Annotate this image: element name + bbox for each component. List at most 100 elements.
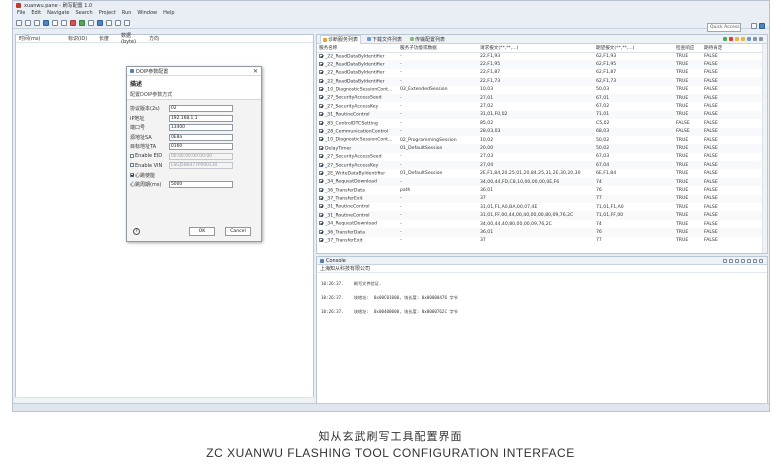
- col-data[interactable]: 数据(byte): [118, 32, 146, 45]
- row-checkbox[interactable]: [319, 221, 323, 226]
- cancel-button[interactable]: Cancel: [225, 227, 251, 236]
- tab-diagnostic-services[interactable]: 诊断服务列表: [320, 34, 362, 44]
- console-display-icon[interactable]: [741, 259, 745, 263]
- row-checkbox[interactable]: [319, 238, 323, 243]
- table-row[interactable]: _34_RequestDownload - 34,00,44,40,80,00,00…: [317, 220, 767, 228]
- menu-search[interactable]: Search: [76, 10, 93, 16]
- col-service-name[interactable]: 服务名称: [317, 44, 398, 53]
- table-row[interactable]: _31_RoutineControl - 31,01,FF,00,44,00,40,…: [317, 211, 767, 220]
- table-row[interactable]: _10_DiagnosticSessionCont... 03_ExtendedS…: [317, 86, 767, 94]
- protocol-version-input[interactable]: 02: [169, 105, 233, 113]
- target-address-input[interactable]: 0160: [169, 143, 233, 151]
- heartbeat-period-input[interactable]: 5000: [169, 181, 233, 189]
- table-row[interactable]: _22_ReadDataByIdentifier - 22,F1,87 62,F1,8…: [317, 69, 767, 77]
- table-row[interactable]: _31_RoutineControl - 31,01,F1,A0,BA,00,07,…: [317, 203, 767, 211]
- heartbeat-checkbox[interactable]: [130, 173, 134, 178]
- table-row[interactable]: _28_CommunicationControl - 28,03,03 68,03 FA…: [317, 127, 767, 136]
- table-row[interactable]: _22_ReadDataByIdentifier - 22,F1,95 62,F1,9…: [317, 60, 767, 69]
- table-row[interactable]: _27_SecurityAccessSeed - 27,01 67,01 TRUE FAL…: [317, 93, 767, 103]
- forward-icon[interactable]: [124, 19, 130, 26]
- table-row[interactable]: _37_TransferExit - 37 77 TRUE FALSE: [317, 237, 767, 245]
- col-subfunction[interactable]: 服务子功能或数据: [398, 44, 478, 53]
- perspective-icon[interactable]: [751, 23, 757, 29]
- table-row[interactable]: _10_DiagnosticSessionCont... 02_Programmi…: [317, 136, 767, 144]
- tab-download-files[interactable]: 下载文件列表: [365, 36, 404, 43]
- col-response[interactable]: 期望报文(**,**,...): [594, 44, 674, 53]
- row-checkbox[interactable]: [319, 170, 323, 175]
- row-checkbox[interactable]: [319, 70, 323, 75]
- connect-icon[interactable]: [43, 19, 49, 26]
- table-row[interactable]: _27_SecurityAccessKey - 27,04 67,04 TRUE FALS…: [317, 161, 767, 170]
- col-check[interactable]: 检查响应: [674, 44, 702, 53]
- col-id[interactable]: 标识(ID): [65, 35, 96, 42]
- row-checkbox[interactable]: [319, 112, 323, 117]
- close-icon[interactable]: ✕: [253, 68, 258, 75]
- flash-icon[interactable]: [97, 19, 103, 26]
- vin-input[interactable]: LSGJ5B6477P000130: [169, 162, 233, 170]
- col-expect[interactable]: 期待肯定: [702, 44, 767, 53]
- menu-help[interactable]: Help: [163, 10, 174, 16]
- row-checkbox[interactable]: [319, 154, 323, 159]
- ip-address-input[interactable]: 192.168.1.1: [169, 114, 233, 122]
- row-checkbox[interactable]: [319, 162, 323, 167]
- row-checkbox[interactable]: [319, 78, 323, 83]
- col-request[interactable]: 请求报文(**,**,...): [478, 44, 594, 53]
- row-checkbox[interactable]: [319, 145, 323, 150]
- row-checkbox[interactable]: [319, 212, 323, 217]
- table-row[interactable]: _27_SecurityAccessKey - 27,02 67,02 TRUE FALS…: [317, 102, 767, 110]
- row-checkbox[interactable]: [319, 87, 323, 91]
- table-row[interactable]: _34_RequestDownload - 34,00,44,FD,C8,10,00…: [317, 177, 767, 187]
- down-icon[interactable]: [741, 37, 745, 41]
- table-row[interactable]: _22_ReadDataByIdentifier - 22,F1,93 62,F1,9…: [317, 52, 767, 60]
- menu-project[interactable]: Project: [99, 10, 116, 16]
- table-row[interactable]: _36_TransferData path 36,01 76 TRUE FALSE: [317, 186, 767, 194]
- table-row[interactable]: _27_SecurityAccessSeed - 27,03 67,03 TRUE FAL…: [317, 153, 767, 161]
- table-row[interactable]: _36_TransferData - 36,01 76 TRUE FALSE: [317, 228, 767, 237]
- java-perspective-icon[interactable]: [759, 23, 765, 29]
- row-checkbox[interactable]: [319, 103, 323, 108]
- new-icon[interactable]: [16, 19, 22, 26]
- row-checkbox[interactable]: [319, 95, 323, 100]
- settings-icon[interactable]: [61, 19, 67, 26]
- import-icon[interactable]: [747, 37, 751, 41]
- tab-transfer-config[interactable]: 传输配置列表: [408, 36, 447, 43]
- row-checkbox[interactable]: [319, 137, 323, 142]
- eid-input[interactable]: 00:00:00:00:00:00: [169, 152, 233, 160]
- col-length[interactable]: 长度: [96, 35, 118, 42]
- row-checkbox[interactable]: [319, 120, 323, 125]
- row-checkbox[interactable]: [319, 53, 323, 58]
- stop-icon[interactable]: [70, 19, 76, 26]
- quick-access-input[interactable]: Quick Access: [707, 23, 741, 32]
- row-checkbox[interactable]: [319, 61, 323, 66]
- menu-navigate[interactable]: Navigate: [47, 10, 69, 16]
- menu-file[interactable]: File: [17, 10, 25, 16]
- add-icon[interactable]: [723, 37, 727, 41]
- row-checkbox[interactable]: [319, 128, 323, 133]
- table-row[interactable]: _37_TransferExit - 37 77 TRUE FALSE: [317, 194, 767, 204]
- row-checkbox[interactable]: [319, 229, 323, 234]
- col-direction[interactable]: 方向: [146, 35, 159, 42]
- save-all-icon[interactable]: [34, 19, 40, 26]
- enable-vin-checkbox[interactable]: [130, 163, 134, 168]
- col-time[interactable]: 时间(ms): [16, 35, 65, 42]
- table-row[interactable]: DelayTimer 01_DefaultSession 20,00 50,02 TRU…: [317, 144, 767, 153]
- minimize-icon[interactable]: [753, 37, 757, 41]
- service-table-scrollbar[interactable]: [762, 44, 767, 253]
- menu-window[interactable]: Window: [137, 10, 157, 16]
- table-row[interactable]: _2E_WriteDataByIdentifier 01_DefaultSessi…: [317, 169, 767, 177]
- debug-icon[interactable]: [88, 19, 94, 26]
- delete-icon[interactable]: [729, 37, 733, 41]
- menu-edit[interactable]: Edit: [31, 10, 41, 16]
- row-checkbox[interactable]: [319, 196, 323, 201]
- console-lock-icon[interactable]: [729, 259, 733, 263]
- source-address-input[interactable]: 0E8a: [169, 133, 233, 141]
- back-icon[interactable]: [115, 19, 121, 26]
- run-icon[interactable]: [79, 19, 85, 26]
- save-icon[interactable]: [25, 19, 31, 26]
- row-checkbox[interactable]: [319, 204, 323, 209]
- console-open-icon[interactable]: [747, 259, 751, 263]
- help-icon[interactable]: ?: [133, 227, 140, 235]
- console-pin-icon[interactable]: [735, 259, 739, 263]
- enable-eid-checkbox[interactable]: [130, 153, 134, 158]
- table-row[interactable]: _85_ControlDTCSetting - 85,02 C5,02 FALSE FAL…: [317, 119, 767, 127]
